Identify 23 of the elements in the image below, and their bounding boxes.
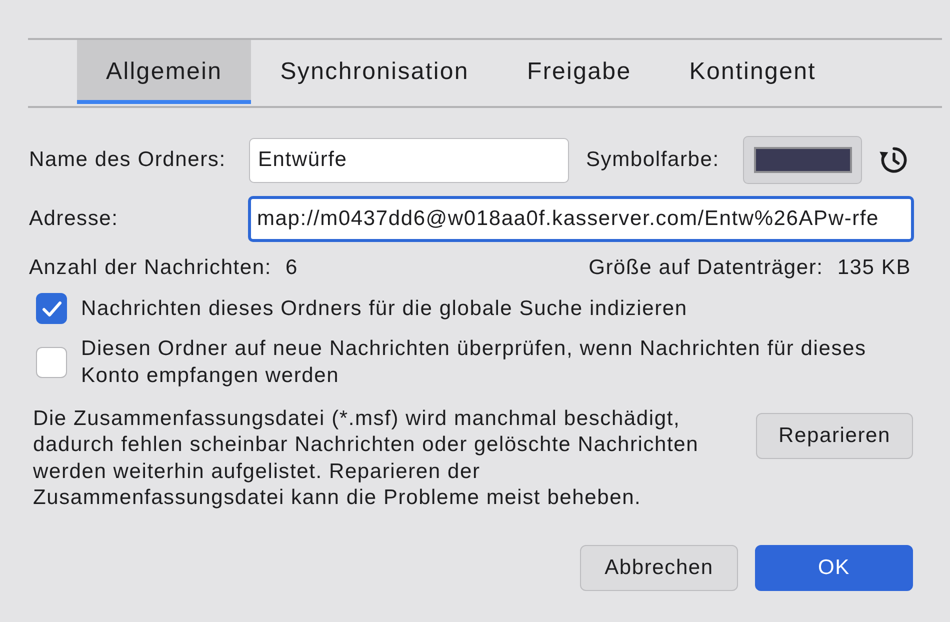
checkbox[interactable] [36,293,67,324]
field-label: Name des Ordners: [29,148,227,172]
tab[interactable]: Allgemein [77,40,252,104]
description-text: Die Zusammenfassungsdatei (*.msf) wird manchmal beschädigt, dadurch fehlen scheinbar Nachrichten oder gelöschte Nachrichten werden weiterhin aufgelistet. Reparieren der Zusammenfassungsdatei kann die Probleme meist beheben. [33,406,699,511]
checkbox[interactable] [36,346,67,378]
ok-button[interactable]: OK [755,545,913,591]
field-label: Symbolfarbe: [586,148,720,172]
tab[interactable]: Kontingent [660,40,846,104]
tab[interactable]: Synchronisation [251,40,498,104]
cancel-button[interactable]: Abbrechen [580,545,738,591]
info-label: Anzahl der Nachrichten: [29,256,272,280]
checkbox-label[interactable]: Diesen Ordner auf neue Nachrichten überprüfen, wenn Nachrichten für dieses Konto empfangen werden [81,335,906,389]
info-value: 6 [286,256,298,280]
color-picker-button[interactable] [743,136,862,184]
info-label: Größe auf Datenträger: [588,256,824,280]
checkbox-label[interactable]: Nachrichten dieses Ordners für die globale Suche indizieren [81,295,906,322]
input-field[interactable]: map://m0437dd6@w018aa0f.kasserver.com/Entw%26APw-rfe [248,196,914,242]
info-value: 135 KB [837,256,911,280]
tab[interactable]: Freigabe [498,40,660,104]
input-field[interactable]: Entwürfe [249,138,569,182]
repair-button[interactable]: Reparieren [756,413,913,459]
field-label: Adresse: [29,207,120,231]
checkmark-icon [42,300,62,316]
